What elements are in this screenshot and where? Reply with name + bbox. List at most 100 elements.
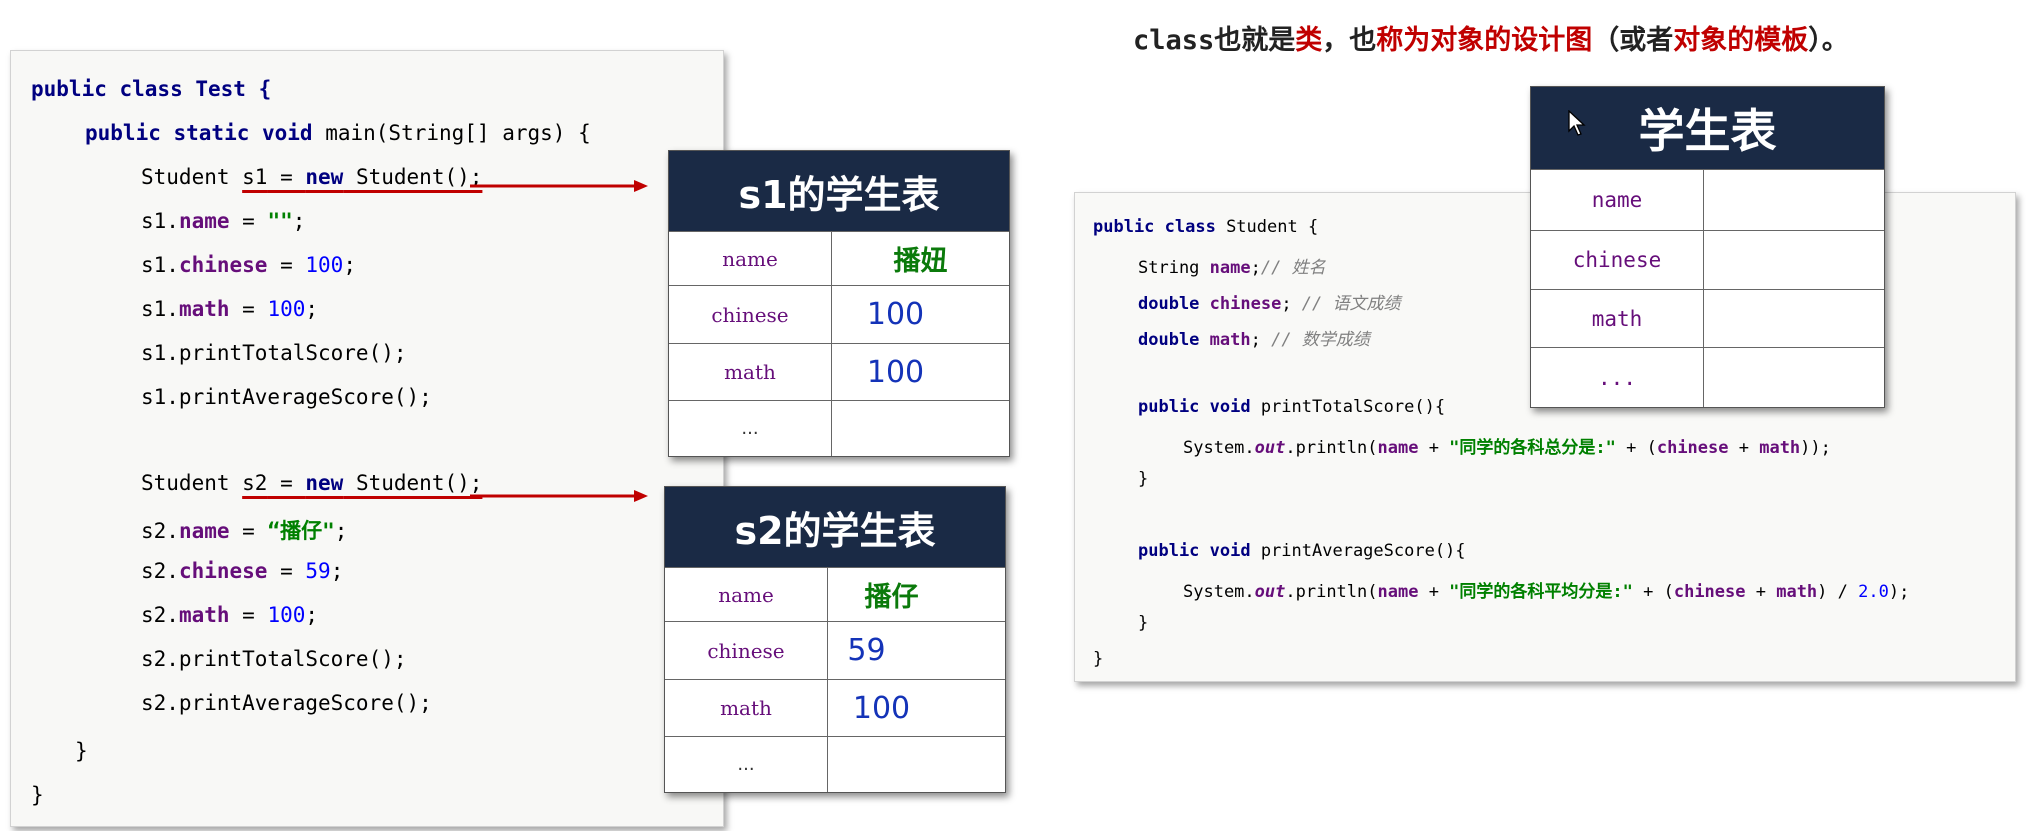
- title-highlight: 对象的模板: [1673, 25, 1809, 56]
- title-part: 也就是: [1214, 25, 1296, 56]
- code-line: }: [31, 783, 44, 807]
- code-field: math: [1759, 438, 1801, 458]
- code-line: s1.math = 100;: [141, 297, 318, 321]
- code-text: s2.: [141, 559, 179, 583]
- code-text: =: [229, 209, 268, 233]
- s1-student-table: s1的学生表 name 播妞 chinese 100 math 100 ...: [668, 150, 1010, 457]
- code-number: 2.0: [1858, 582, 1889, 602]
- code-line: double math; // 数学成绩: [1138, 325, 1370, 350]
- row-label: math: [1591, 306, 1643, 331]
- row-label: ...: [737, 754, 755, 775]
- title-highlight: 类: [1295, 25, 1323, 56]
- row-label: name: [1591, 188, 1643, 212]
- code-text: =: [229, 519, 268, 543]
- code-variable: s2: [242, 471, 268, 495]
- code-keyword: new: [305, 471, 344, 495]
- row-value: [1704, 231, 1884, 289]
- code-text: ;: [330, 559, 344, 583]
- code-field: math: [178, 297, 230, 321]
- arrow-right-icon: [470, 180, 648, 192]
- row-label: math: [720, 696, 772, 720]
- row-label: name: [722, 246, 778, 271]
- code-comment: // 数学成绩: [1271, 330, 1370, 350]
- code-text: ;: [292, 209, 306, 233]
- code-keyword: public class: [1093, 217, 1227, 237]
- code-text: ;: [1250, 330, 1272, 350]
- code-line: public void printTotalScore(){: [1138, 397, 1445, 417]
- code-keyword: public void: [1138, 541, 1261, 561]
- title-part: class: [1133, 25, 1215, 56]
- code-line: public class Test {: [31, 77, 271, 101]
- code-comment: // 姓名: [1260, 258, 1326, 278]
- code-keyword: double: [1138, 330, 1210, 350]
- code-line: s1.name = "";: [141, 209, 305, 233]
- s2-student-table: s2的学生表 name 播仔 chinese 59 math 100 ...: [664, 486, 1006, 793]
- code-line: s1.printTotalScore();: [141, 341, 407, 365]
- title-part: （或者: [1592, 25, 1674, 56]
- main-code-panel: public class Test { public static void m…: [10, 50, 724, 827]
- code-text: s2.: [141, 603, 179, 627]
- row-value: 100: [852, 690, 911, 726]
- code-string: "同学的各科总分是:": [1449, 438, 1616, 458]
- code-line: s1.printAverageScore();: [141, 385, 432, 409]
- code-field: chinese: [1673, 582, 1746, 602]
- code-text: ));: [1800, 438, 1831, 458]
- code-keyword: public static void: [85, 121, 326, 145]
- row-label: name: [718, 582, 774, 607]
- code-text: =: [229, 297, 268, 321]
- code-text: printTotalScore(){: [1260, 397, 1446, 417]
- code-field: chinese: [178, 253, 268, 277]
- code-text: + (: [1632, 582, 1674, 602]
- code-line: System.out.println(name + "同学的各科总分是:" + …: [1183, 433, 1831, 458]
- code-line: }: [1138, 469, 1149, 489]
- code-field: chinese: [1209, 294, 1282, 314]
- code-text: public class Test {: [31, 77, 272, 101]
- code-text: =: [229, 603, 268, 627]
- row-label: chinese: [1572, 248, 1662, 272]
- code-text: =: [267, 165, 306, 189]
- code-field: name: [1377, 582, 1419, 602]
- code-text: .println(: [1285, 582, 1378, 602]
- code-text: + (: [1615, 438, 1657, 458]
- row-label: ...: [1598, 365, 1636, 390]
- code-text: .println(: [1285, 438, 1378, 458]
- code-field: name: [178, 519, 230, 543]
- code-text: s1.: [141, 253, 179, 277]
- code-line: s1.chinese = 100;: [141, 253, 356, 277]
- code-line: s2.printTotalScore();: [141, 647, 407, 671]
- code-field: name: [178, 209, 230, 233]
- row-label: ...: [741, 418, 759, 439]
- code-line: public static void main(String[] args) {: [85, 121, 591, 145]
- row-label: math: [724, 360, 776, 384]
- row-value: [1704, 290, 1884, 347]
- code-field: out: [1254, 438, 1286, 458]
- code-comment: // 语文成绩: [1301, 294, 1401, 314]
- code-line: Student s2 = new Student();: [141, 471, 482, 495]
- code-string: "": [267, 209, 293, 233]
- row-value: [828, 737, 1005, 792]
- code-line: s2.printAverageScore();: [141, 691, 432, 715]
- code-line: }: [1093, 649, 1104, 669]
- code-text: ;: [1250, 258, 1261, 278]
- code-text: =: [267, 471, 306, 495]
- code-string: “播仔": [267, 519, 335, 543]
- table-header: s2的学生表: [665, 487, 1005, 567]
- code-text: s1.: [141, 209, 179, 233]
- code-text: );: [1888, 582, 1910, 602]
- code-text: System.: [1183, 438, 1255, 458]
- code-text: +: [1418, 438, 1450, 458]
- code-field: math: [1776, 582, 1818, 602]
- title-part: ）。: [1808, 25, 1849, 56]
- title-part: ，也: [1322, 25, 1377, 56]
- code-line: public class Student {: [1093, 217, 1318, 237]
- row-value: 100: [866, 297, 925, 332]
- code-text: Student: [141, 471, 243, 495]
- row-value: 播仔: [864, 582, 919, 613]
- code-number: 100: [267, 297, 306, 321]
- arrow-right-icon: [470, 490, 648, 502]
- code-field: math: [1209, 330, 1251, 350]
- code-keyword: double: [1138, 294, 1210, 314]
- code-text: Student();: [343, 165, 483, 189]
- code-line: s2.name = “播仔";: [141, 515, 347, 545]
- code-text: ;: [343, 253, 356, 277]
